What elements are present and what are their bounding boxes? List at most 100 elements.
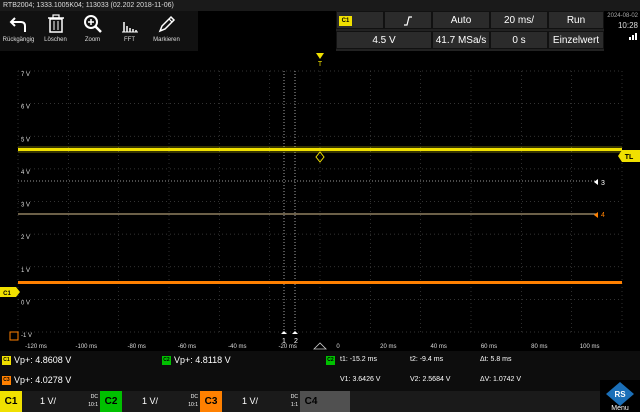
y-tick-label: 2 V	[21, 235, 30, 241]
ch4-offset-marker[interactable]: 4	[594, 212, 605, 219]
y-tick-label: 1 V	[21, 268, 30, 274]
trigger-channel-badge: C1	[339, 16, 352, 26]
zoom-icon	[83, 15, 102, 33]
fft-button[interactable]: FFT	[111, 11, 148, 51]
horizontal-position-marker[interactable]	[313, 342, 327, 350]
menu-label: Menu	[611, 405, 629, 412]
c3-measurement-badge: C3	[2, 376, 11, 385]
channel-c1-tab[interactable]: C1 1 V/ DC 10:1	[0, 391, 100, 412]
channel-strip: C1 1 V/ DC 10:1 C2 1 V/ DC 10:1 C3 1 V/ DC…	[0, 391, 640, 412]
datetime-display: 2024-08-02 10:28	[604, 11, 640, 51]
x-tick-label: 20 ms	[380, 344, 396, 350]
delete-label: Löschen	[44, 37, 67, 43]
zoom-button[interactable]: Zoom	[74, 11, 111, 51]
fft-icon	[121, 22, 138, 33]
cursor-t2-value: t2: -9.4 ms	[410, 356, 444, 363]
x-tick-label: -100 ms	[75, 344, 97, 350]
channel-c3-tab[interactable]: C3 1 V/ DC 1:1	[200, 391, 300, 412]
trigger-mode-cell[interactable]: Auto	[432, 11, 490, 29]
y-tick-label: 7 V	[21, 72, 30, 78]
y-tick-label: 3 V	[21, 203, 30, 209]
ch3-waveform	[18, 281, 622, 284]
x-tick-label: 100 ms	[580, 344, 600, 350]
y-tick-label: 4 V	[21, 170, 30, 176]
cursor-v2-value: V2: 2.5684 V	[410, 376, 451, 383]
trigger-level-marker[interactable]	[315, 151, 325, 163]
x-tick-label: 0	[336, 344, 340, 350]
trigger-position-marker[interactable]: T	[316, 53, 324, 68]
ch3-offset-marker[interactable]: 3	[594, 179, 605, 187]
x-tick-label: -120 ms	[25, 344, 47, 350]
date-text: 2024-08-02	[607, 13, 638, 19]
channel-c2-tab[interactable]: C2 1 V/ DC 10:1	[100, 391, 200, 412]
y-tick-label: 0 V	[21, 300, 30, 306]
pen-icon	[158, 15, 175, 33]
rising-edge-icon	[404, 16, 412, 26]
svg-text:T: T	[318, 61, 323, 68]
sample-rate-cell: 41.7 MSa/s	[432, 31, 490, 49]
y-axis-labels: 7 V 6 V 5 V 4 V 3 V 2 V 1 V 0 V -1 V	[21, 72, 32, 339]
c3-vp-value: Vp+: 4.0278 V	[14, 375, 72, 385]
trash-icon	[47, 14, 64, 33]
x-tick-label: -80 ms	[127, 344, 145, 350]
waveform-area[interactable]: 7 V 6 V 5 V 4 V 3 V 2 V 1 V 0 V -1 V -120 ms -100…	[0, 51, 640, 351]
undo-button[interactable]: Rückgängig	[0, 11, 37, 51]
zoom-label: Zoom	[84, 37, 101, 43]
svg-text:2: 2	[294, 338, 298, 345]
trigger-level-label[interactable]: TL	[618, 150, 640, 162]
svg-text:4: 4	[601, 212, 605, 219]
graticule	[17, 70, 623, 333]
channel-c1-label: C1	[0, 391, 22, 412]
x-tick-label: 80 ms	[531, 344, 547, 350]
fft-label: FFT	[124, 37, 135, 43]
horizontal-position-cell[interactable]: 0 s	[490, 31, 548, 49]
cursor-dt-value: Δt: 5.8 ms	[480, 356, 512, 363]
x-tick-label: -60 ms	[178, 344, 196, 350]
x-tick-label: 40 ms	[430, 344, 446, 350]
svg-text:RS: RS	[614, 390, 626, 399]
mark-button[interactable]: Markieren	[148, 11, 185, 51]
time-text: 10:28	[617, 21, 638, 30]
channel-c2-label: C2	[100, 391, 122, 412]
channel-c2-coupling: DC 10:1	[188, 394, 198, 408]
cursor-2-handle[interactable]: 2	[292, 331, 298, 345]
channel-c3-coupling: DC 1:1	[290, 394, 298, 408]
mark-label: Markieren	[153, 37, 180, 43]
title-bar: RTB2004; 1333.1005K04; 113033 (02.202 20…	[0, 0, 640, 11]
svg-text:C1: C1	[3, 291, 11, 297]
channel-c4-tab[interactable]: C4	[300, 391, 350, 412]
device-title: RTB2004; 1333.1005K04; 113033 (02.202 20…	[3, 2, 174, 9]
channel-c1-coupling: DC 10:1	[88, 394, 98, 408]
ch1-ground-marker[interactable]: C1	[0, 287, 20, 297]
measurement-panel: C1 Vp+: 4.8608 V C2 Vp+: 4.8118 V C3 Vp+…	[0, 351, 320, 391]
svg-text:TL: TL	[625, 154, 634, 161]
cursor-readout-panel: C2 t1: -15.2 ms t2: -9.4 ms Δt: 5.8 ms V…	[320, 351, 640, 391]
undo-icon	[9, 17, 26, 32]
svg-text:3: 3	[601, 180, 605, 187]
acquisition-mode-cell[interactable]: Einzelwert	[548, 31, 604, 49]
ch1-waveform	[18, 148, 622, 151]
x-tick-label: 60 ms	[481, 344, 497, 350]
cursor-1-handle[interactable]: 1	[281, 331, 287, 345]
channel-c4-label: C4	[300, 391, 322, 412]
c1-measurement-badge: C1	[2, 356, 11, 365]
c1-vp-value: Vp+: 4.8608 V	[14, 355, 72, 365]
cursor-source-badge: C2	[326, 356, 335, 365]
acquisition-info-panel: C1 Auto 20 ms/ Run 4.5 V 41.7 MSa/s 0 s …	[336, 11, 604, 51]
trigger-source-cell[interactable]: C1	[336, 11, 384, 29]
trigger-slope-cell[interactable]	[384, 11, 432, 29]
menu-button[interactable]: RS Menu	[600, 380, 640, 412]
run-state-cell[interactable]: Run	[548, 11, 604, 29]
channel-c3-scale: 1 V/	[242, 396, 259, 406]
channel-c2-scale: 1 V/	[142, 396, 159, 406]
timebase-cell[interactable]: 20 ms/	[490, 11, 548, 29]
trigger-level-cell[interactable]: 4.5 V	[336, 31, 432, 49]
channel-c1-scale: 1 V/	[40, 396, 57, 406]
y-tick-label: 6 V	[21, 105, 30, 111]
channel-c3-label: C3	[200, 391, 222, 412]
cursor-t1-value: t1: -15.2 ms	[340, 356, 377, 363]
delete-button[interactable]: Löschen	[37, 11, 74, 51]
c2-measurement-badge: C2	[162, 356, 171, 365]
svg-text:1: 1	[282, 338, 286, 345]
cursor-dv-value: ΔV: 1.0742 V	[480, 376, 521, 383]
